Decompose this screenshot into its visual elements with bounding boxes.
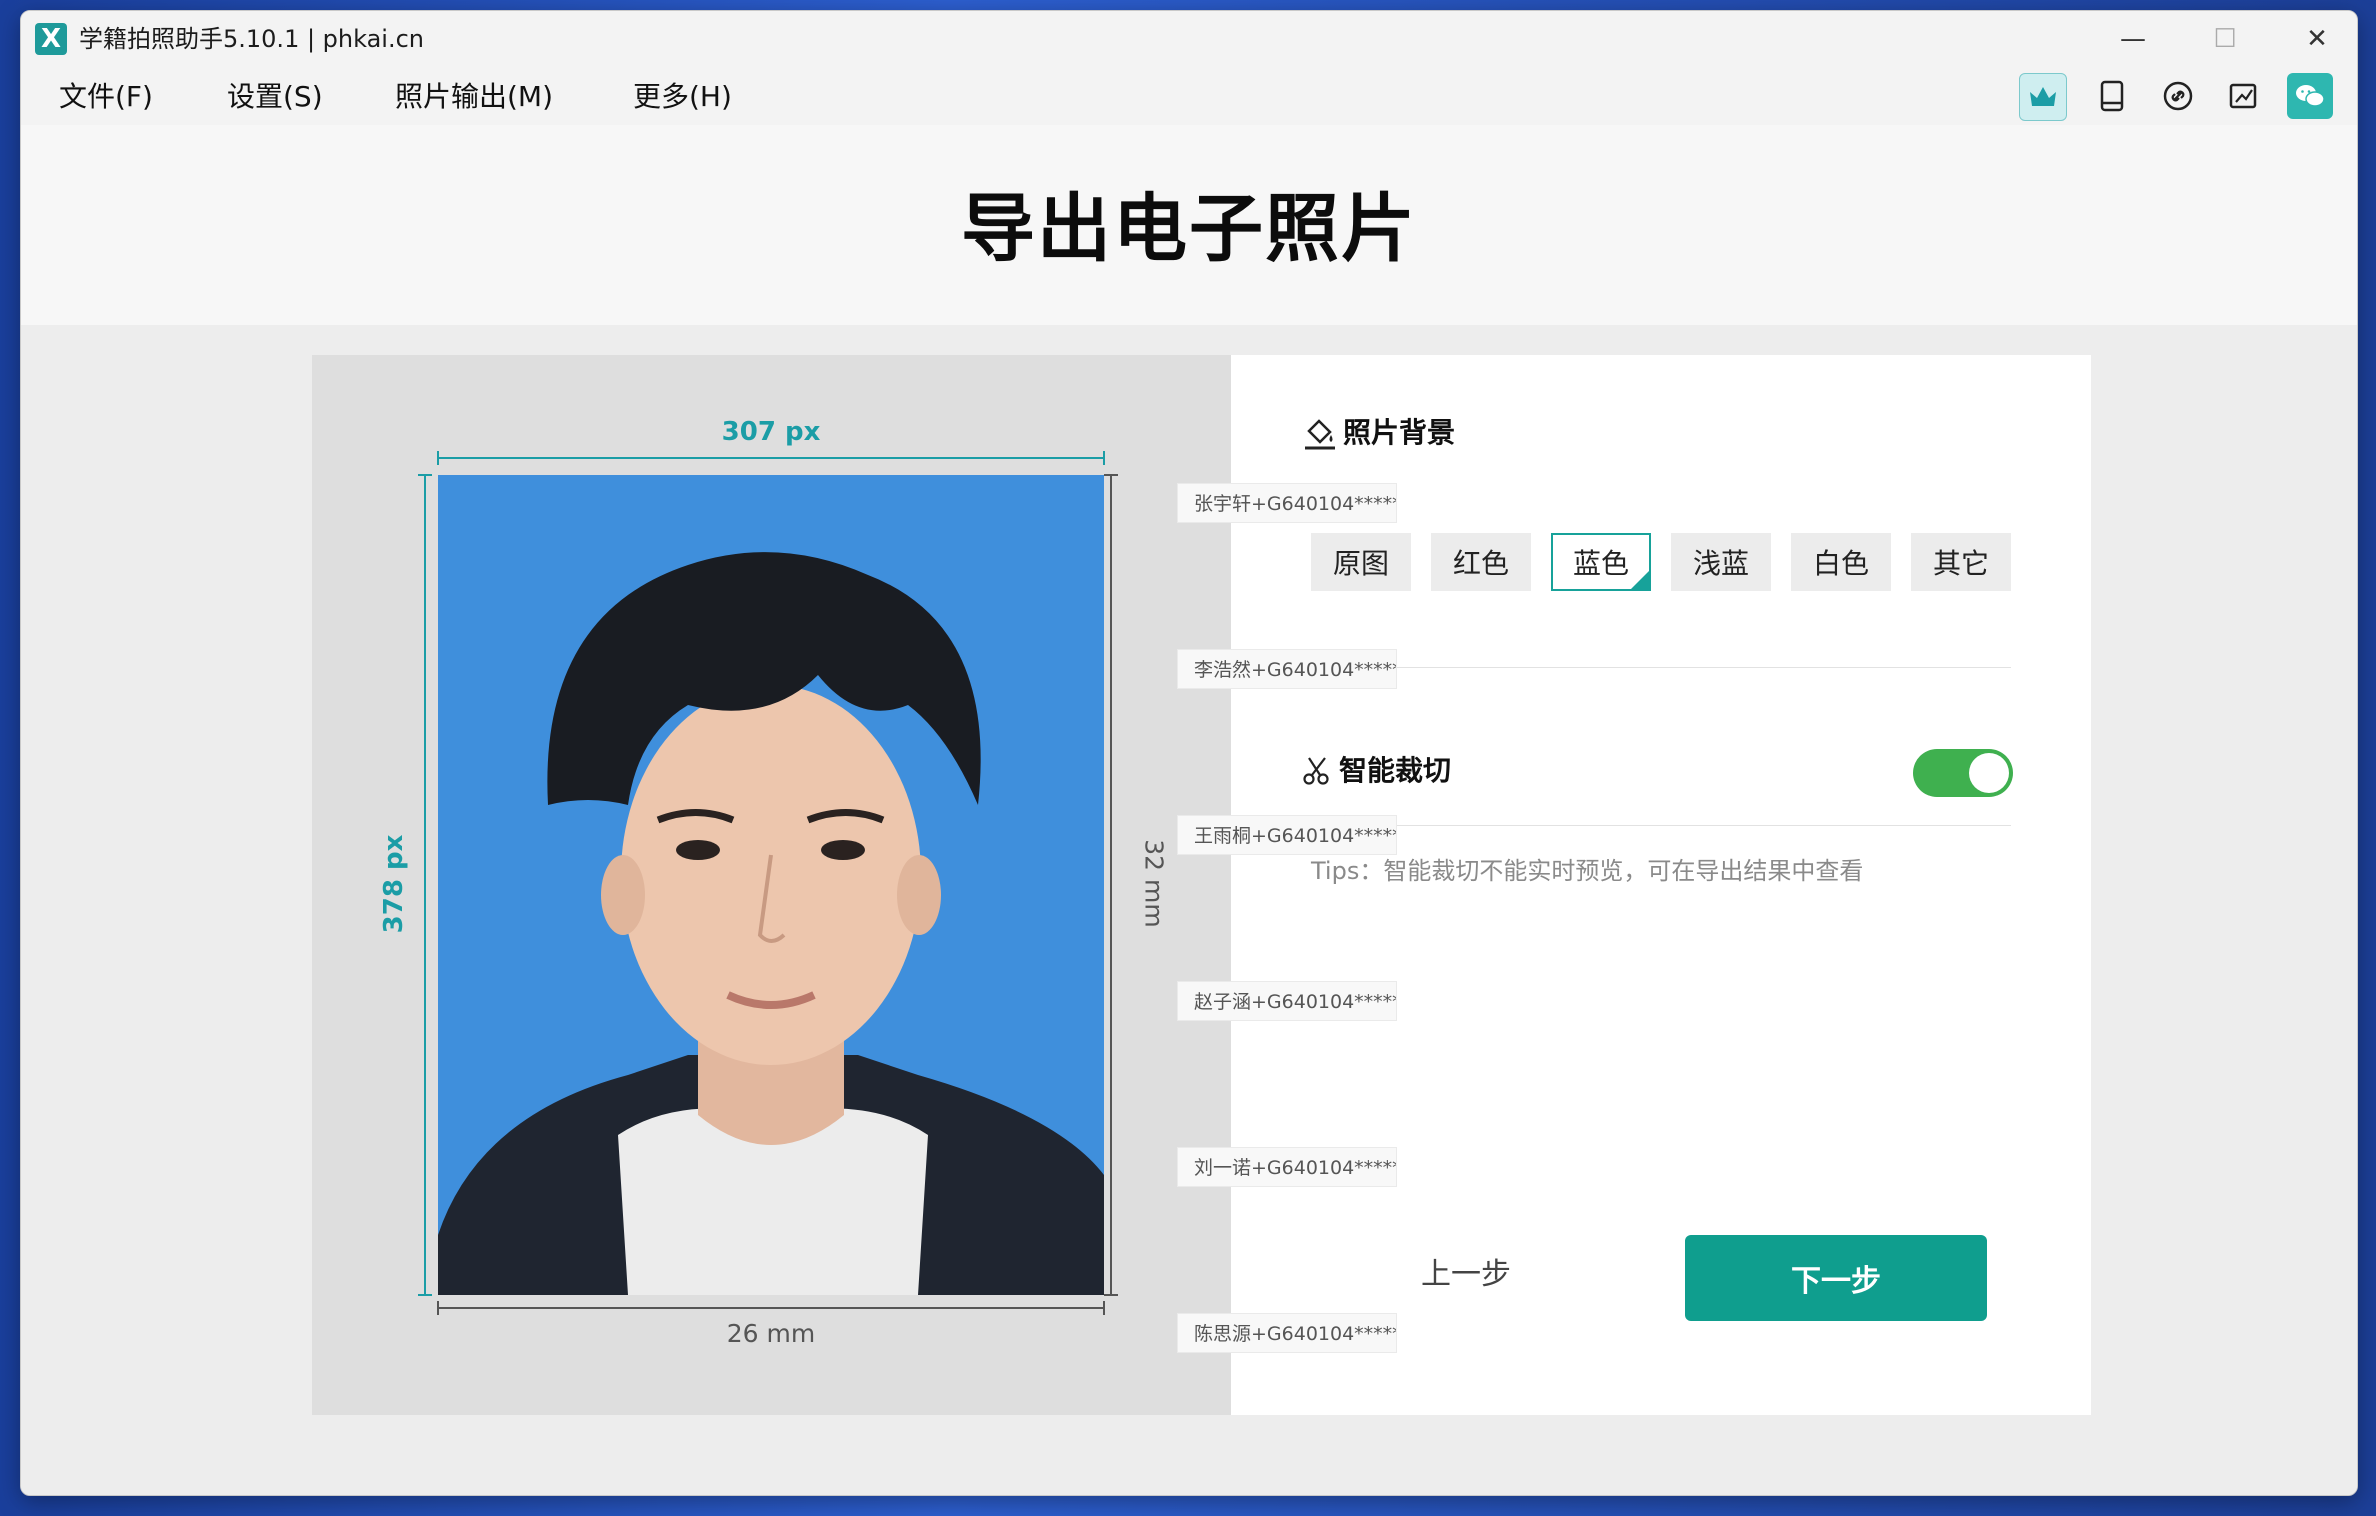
window-title: 学籍拍照助手5.10.1 | phkai.cn [79,25,425,53]
crop-section-title: 智能裁切 [1339,754,1452,787]
content-area: 307 px 378 px 32 mm 26 mm 照片背景 原图 红色 蓝色 … [21,325,2357,1495]
link-icon [2163,81,2193,111]
minimize-button[interactable]: — [2101,19,2165,59]
bg-option-other[interactable]: 其它 [1911,533,2011,591]
app-logo-icon: X [35,23,67,55]
wechat-icon [2296,85,2325,107]
width-mm-dimension-line [437,1301,1105,1315]
crown-icon [2030,87,2056,106]
bg-option-white[interactable]: 白色 [1791,533,1891,591]
crop-tips-text: Tips：智能裁切不能实时预览，可在导出结果中查看 [1311,857,1864,885]
menu-file[interactable]: 文件(F) [59,79,153,115]
edit-image-icon [2229,83,2257,109]
device-button[interactable] [2089,73,2135,119]
portrait-image [438,475,1104,1295]
file-name-tag: 张宇轩+G640104********0001.jpg [1177,483,1397,523]
menu-more[interactable]: 更多(H) [633,79,732,115]
page-title: 导出电子照片 [961,186,1417,272]
bg-option-blue[interactable]: 蓝色 [1551,533,1651,591]
close-button[interactable]: ✕ [2285,19,2349,59]
section-divider [1311,667,2011,668]
maximize-icon: ☐ [2213,24,2237,54]
close-icon: ✕ [2306,24,2328,54]
file-name-tag: 李浩然+G640104********0002.jpg [1177,649,1397,689]
bg-option-light-blue[interactable]: 浅蓝 [1671,533,1771,591]
photo-width-mm-label: 26 mm [726,1319,816,1348]
tablet-icon [2100,80,2124,112]
bg-option-red[interactable]: 红色 [1431,533,1531,591]
title-bar[interactable]: X 学籍拍照助手5.10.1 | phkai.cn — ☐ ✕ [21,11,2357,67]
minimize-icon: — [2120,24,2146,54]
file-name-tag: 王雨桐+G640104********0003.jpg [1177,815,1397,855]
photo-height-mm-label: 32 mm [1139,839,1169,928]
id-photo-preview [438,475,1104,1295]
bg-option-original[interactable]: 原图 [1311,533,1411,591]
section-divider-2 [1311,825,2011,826]
height-px-dimension-line [418,474,432,1296]
photo-width-px-label: 307 px [721,417,821,447]
next-step-button[interactable]: 下一步 [1685,1235,1987,1321]
width-px-dimension-line [437,451,1105,465]
app-window: X 学籍拍照助手5.10.1 | phkai.cn — ☐ ✕ 文件(F) 设置… [20,10,2358,1496]
photo-height-px-label: 378 px [379,834,409,934]
menu-photo-output[interactable]: 照片输出(M) [395,79,553,115]
selected-corner-mark-icon [1629,569,1651,591]
file-name-tag: 陈思源+G640104********0006.jpg [1177,1313,1397,1353]
link-button[interactable] [2155,73,2201,119]
prev-step-button[interactable]: 上一步 [1421,1255,1511,1295]
photo-preview-panel: 307 px 378 px 32 mm 26 mm [312,355,1231,1415]
page-header: 导出电子照片 [21,125,2357,325]
file-name-tag: 刘一诺+G640104********0005.jpg [1177,1147,1397,1187]
toggle-knob [1969,753,2009,793]
menu-settings[interactable]: 设置(S) [227,79,323,115]
height-mm-dimension-line [1104,474,1118,1296]
maximize-button[interactable]: ☐ [2193,19,2257,59]
paint-bucket-icon [1305,419,1335,450]
background-section-title: 照片背景 [1343,416,1456,449]
wechat-button[interactable] [2287,73,2333,119]
edit-image-button[interactable] [2221,73,2267,119]
bg-option-blue-label: 蓝色 [1572,547,1629,580]
smart-crop-toggle[interactable] [1913,749,2013,797]
vip-button[interactable] [2019,73,2067,121]
file-name-tag: 赵子涵+G640104********0004.jpg [1177,981,1397,1021]
scissors-icon [1303,757,1329,785]
menu-bar: 文件(F) 设置(S) 照片输出(M) 更多(H) [21,67,2357,125]
